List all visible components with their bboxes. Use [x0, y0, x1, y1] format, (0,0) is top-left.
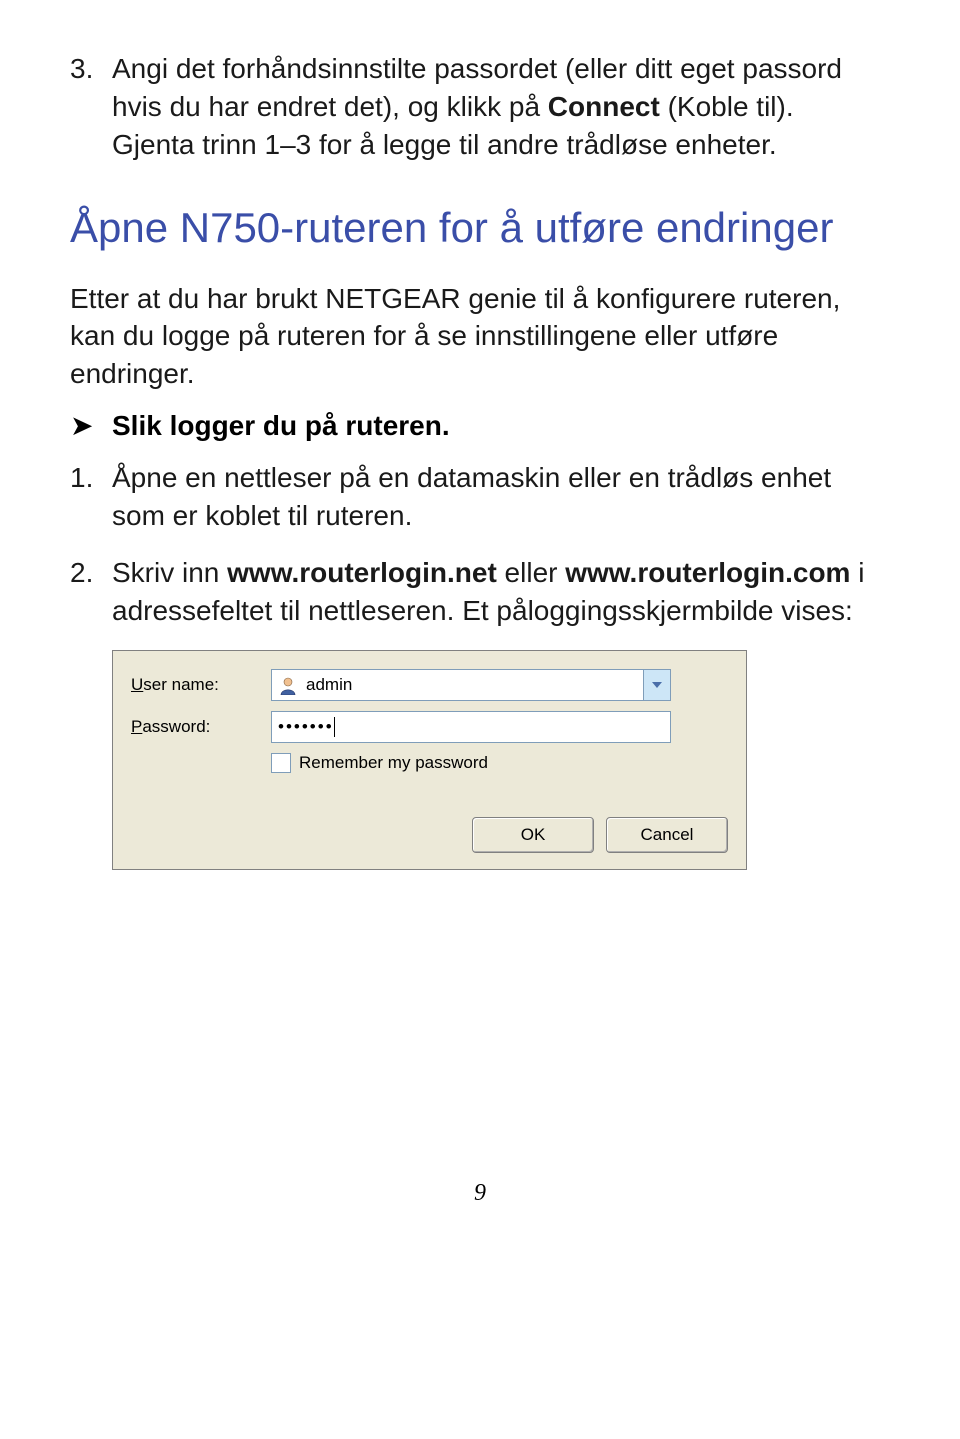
step2-url-1: www.routerlogin.net [227, 557, 497, 588]
step2-text-a: Skriv inn [112, 557, 227, 588]
step2-url-2: www.routerlogin.com [565, 557, 850, 588]
step-1: 1.Åpne en nettleser på en datamaskin ell… [70, 459, 890, 535]
bullet-arrow-icon: ➤ [70, 407, 112, 445]
remember-accel: R [299, 753, 311, 772]
step-3-body: Angi det forhåndsinnstilte passordet (el… [112, 50, 872, 163]
username-accel: U [131, 675, 143, 694]
intro-paragraph: Etter at du har brukt NETGEAR genie til … [70, 280, 890, 393]
remember-row: Remember my password [271, 753, 728, 773]
step-2-number: 2. [70, 554, 112, 592]
password-row: Password: ••••••• [131, 711, 728, 743]
ok-button[interactable]: OK [472, 817, 594, 853]
username-field[interactable]: admin [271, 669, 671, 701]
text-caret [334, 717, 335, 737]
password-label: Password: [131, 717, 271, 737]
bullet-text: Slik logger du på ruteren. [112, 407, 872, 445]
step-2-body: Skriv inn www.routerlogin.net eller www.… [112, 554, 872, 630]
login-dialog: User name: admin Password: ••••••• [112, 650, 747, 870]
section-heading: Åpne N750-ruteren for å utføre endringer [70, 205, 890, 251]
remember-label: Remember my password [299, 753, 488, 773]
cancel-button[interactable]: Cancel [606, 817, 728, 853]
username-value: admin [306, 675, 352, 695]
password-field[interactable]: ••••••• [271, 711, 671, 743]
username-label: User name: [131, 675, 271, 695]
username-label-rest: ser name: [143, 675, 219, 694]
step-2: 2.Skriv inn www.routerlogin.net eller ww… [70, 554, 890, 630]
page-number: 9 [70, 1180, 890, 1207]
user-icon [278, 675, 298, 695]
step-1-number: 1. [70, 459, 112, 497]
dropdown-button[interactable] [643, 670, 670, 700]
password-value: ••••••• [278, 717, 334, 737]
step-3: 3.Angi det forhåndsinnstilte passordet (… [70, 50, 890, 163]
step2-text-b: eller [497, 557, 565, 588]
remember-label-rest: emember my password [311, 753, 488, 772]
dialog-buttons: OK Cancel [131, 817, 728, 853]
procedure-bullet: ➤Slik logger du på ruteren. [70, 407, 890, 445]
username-row: User name: admin [131, 669, 728, 701]
password-accel: P [131, 717, 142, 736]
step-3-number: 3. [70, 50, 112, 88]
password-label-rest: assword: [142, 717, 210, 736]
remember-checkbox[interactable] [271, 753, 291, 773]
step-1-body: Åpne en nettleser på en datamaskin eller… [112, 459, 872, 535]
step3-connect-bold: Connect [548, 91, 660, 122]
